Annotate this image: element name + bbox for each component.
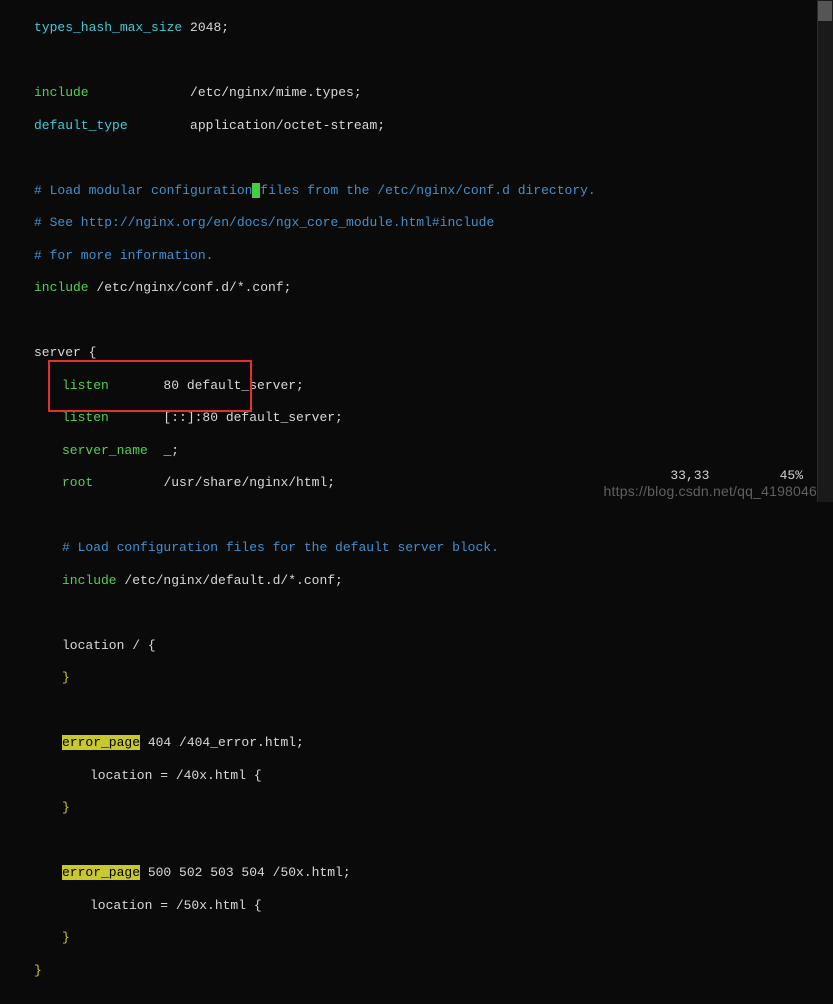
value: [::]:80 default_server; (163, 410, 342, 425)
brace-close: } (62, 800, 70, 815)
watermark: https://blog.csdn.net/qq_41980461 (604, 483, 825, 501)
value: 80 default_server; (163, 378, 303, 393)
comment: # (34, 183, 42, 198)
path: /etc/nginx/conf.d/*.conf; (89, 280, 292, 295)
value: 500 502 503 504 /50x.html; (140, 865, 351, 880)
include-keyword: include (34, 280, 89, 295)
directive: default_type (34, 118, 128, 133)
comment: # Load configuration files for the defau… (62, 540, 499, 555)
terminal-editor[interactable]: types_hash_max_size 2048; include /etc/n… (0, 0, 833, 502)
server-block-open: server { (34, 345, 96, 360)
include-keyword: include (34, 85, 89, 100)
comment: # for more information. (34, 248, 213, 263)
error-page-keyword: error_page (62, 865, 140, 880)
brace-close: } (34, 963, 42, 978)
value: 404 /404_error.html; (140, 735, 304, 750)
value: /usr/share/nginx/html; (163, 475, 335, 490)
comment: # See http://nginx.org/en/docs/ngx_core_… (34, 215, 494, 230)
value: 2048; (182, 20, 229, 35)
location-block: location / { (62, 638, 156, 653)
include-keyword: include (62, 573, 117, 588)
path: /etc/nginx/mime.types; (190, 85, 362, 100)
listen-keyword: listen (62, 410, 109, 425)
listen-keyword: listen (62, 378, 109, 393)
server-name-keyword: server_name (62, 443, 148, 458)
location-block: location = /40x.html { (90, 768, 262, 783)
brace-close: } (62, 670, 70, 685)
value: application/octet-stream; (190, 118, 385, 133)
location-block: location = /50x.html { (90, 898, 262, 913)
brace-close: } (62, 930, 70, 945)
scrollbar-thumb[interactable] (818, 1, 832, 21)
path: /etc/nginx/default.d/*.conf; (117, 573, 343, 588)
comment: Load modular configuration (42, 183, 253, 198)
error-page-keyword: error_page (62, 735, 140, 750)
root-keyword: root (62, 475, 93, 490)
directive: types_hash_max_size (34, 20, 182, 35)
comment: files from the /etc/nginx/conf.d directo… (260, 183, 595, 198)
value: _; (163, 443, 179, 458)
scrollbar-track[interactable] (817, 0, 833, 502)
